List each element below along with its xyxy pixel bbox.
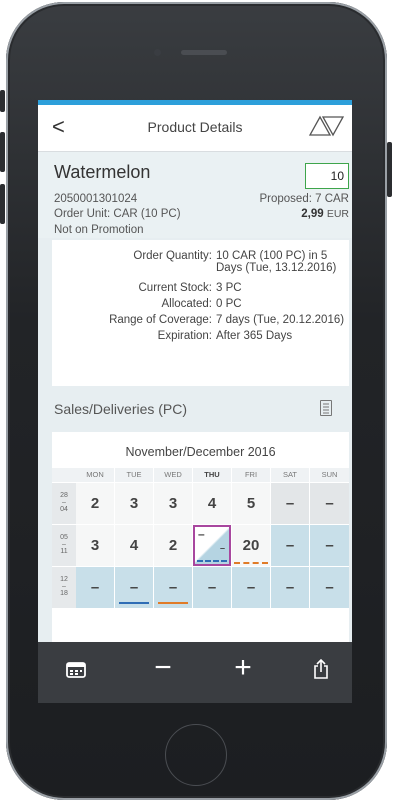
info-row: Order Quantity: 10 CAR (100 PC) in 5 Day… — [52, 250, 349, 278]
week-label: 05 – 11 — [52, 525, 76, 566]
calendar-day-cell[interactable]: – — [310, 567, 349, 608]
info-value: 0 PC — [216, 298, 242, 310]
calendar-day-cell[interactable]: – — [154, 567, 192, 608]
info-row: Current Stock: 3 PC — [52, 282, 349, 296]
delivery-marker-blue — [119, 602, 149, 604]
calendar-day-cell[interactable]: 2 — [76, 483, 114, 524]
week-dash: – — [62, 499, 66, 506]
plus-button[interactable]: + — [231, 653, 255, 683]
day-header: SUN — [310, 468, 349, 482]
product-name: Watermelon — [54, 162, 151, 182]
week-end: 04 — [60, 506, 68, 513]
week-start: 12 — [60, 576, 68, 583]
mute-switch — [0, 90, 5, 112]
volume-down-button — [0, 184, 5, 224]
selected-cell-bottom: – — [219, 543, 225, 553]
product-id: 2050001301024 — [54, 193, 138, 205]
info-label: Order Quantity: — [133, 250, 212, 262]
calendar-day-cell[interactable]: 3 — [76, 525, 114, 566]
nav-bar: < Product Details — [38, 105, 352, 152]
promotion-status: Not on Promotion — [54, 224, 144, 236]
calendar-title: November/December 2016 — [125, 445, 276, 459]
delivery-marker-blue — [197, 560, 227, 562]
triangle-down-icon[interactable] — [321, 115, 345, 137]
proposed-quantity: Proposed: 7 CAR — [259, 193, 350, 205]
calendar-corner — [52, 468, 76, 482]
calendar-day-cell[interactable]: 4 — [193, 483, 231, 524]
day-header: TUE — [115, 468, 153, 482]
calendar-day-cell-selected[interactable]: – – — [193, 525, 231, 566]
minus-button[interactable]: − — [151, 653, 175, 683]
quantity-input[interactable]: 10 — [305, 163, 349, 189]
info-value: 3 PC — [216, 282, 242, 294]
calendar-day-value: – — [168, 579, 178, 596]
home-button[interactable] — [165, 724, 227, 786]
week-label: 28 – 04 — [52, 483, 76, 524]
price-currency: EUR — [326, 208, 349, 220]
speaker-grille — [181, 50, 227, 55]
sales-calendar: November/December 2016 MON TUE WED THU F… — [52, 432, 349, 642]
calendar-day-cell[interactable]: – — [193, 567, 231, 608]
calendar-day-cell[interactable]: 3 — [154, 483, 192, 524]
delivery-marker-orange — [234, 562, 268, 564]
info-row: Range of Coverage: 7 days (Tue, 20.12.20… — [52, 314, 349, 328]
info-value: 10 CAR (100 PC) in 5 Days (Tue, 13.12.20… — [216, 250, 337, 274]
delivery-marker-orange — [158, 602, 188, 604]
info-value: After 365 Days — [216, 330, 293, 342]
power-button — [387, 142, 392, 197]
order-unit: Order Unit: CAR (10 PC) — [54, 208, 181, 220]
order-info-panel: Order Quantity: 10 CAR (100 PC) in 5 Day… — [52, 240, 349, 386]
app-screen: < Product Details Watermelon 20500013010… — [38, 100, 352, 703]
share-icon[interactable] — [313, 659, 329, 679]
calendar-day-cell[interactable]: – — [115, 567, 153, 608]
day-header: WED — [154, 468, 192, 482]
calendar-day-cell[interactable]: 4 — [115, 525, 153, 566]
selected-cell-top: – — [198, 527, 205, 541]
calendar-day-cell[interactable]: – — [310, 483, 349, 524]
bottom-toolbar: − + — [38, 642, 352, 703]
day-header: SAT — [271, 468, 309, 482]
calendar-day-cell[interactable]: 20 — [232, 525, 270, 566]
info-row: Expiration: After 365 Days — [52, 330, 349, 344]
calendar-day-cell[interactable]: – — [310, 525, 349, 566]
day-header: MON — [76, 468, 114, 482]
price-value: 2,99 — [301, 208, 324, 220]
calendar-day-cell[interactable]: 5 — [232, 483, 270, 524]
day-header: FRI — [232, 468, 270, 482]
calendar-day-cell[interactable]: – — [271, 567, 309, 608]
front-camera — [154, 49, 161, 56]
calendar-day-cell[interactable]: – — [76, 567, 114, 608]
info-label: Range of Coverage: — [109, 314, 212, 326]
page-title: Product Details — [147, 119, 243, 135]
week-end: 11 — [60, 548, 68, 555]
week-start: 28 — [60, 492, 68, 499]
day-header: THU — [193, 468, 231, 482]
info-label: Current Stock: — [138, 282, 213, 294]
calendar-icon[interactable] — [66, 662, 86, 678]
info-label: Expiration: — [157, 330, 212, 342]
calendar-day-cell[interactable]: 2 — [154, 525, 192, 566]
week-end: 18 — [60, 590, 68, 597]
calendar-list-icon[interactable] — [320, 400, 332, 416]
content-area: Watermelon 2050001301024 Order Unit: CAR… — [38, 152, 352, 642]
info-value: 7 days (Tue, 20.12.2016) — [216, 314, 345, 326]
info-row: Allocated: 0 PC — [52, 298, 349, 312]
calendar-day-value: 20 — [242, 537, 260, 554]
price: 2,99 EUR — [301, 208, 349, 220]
calendar-day-value: – — [129, 579, 139, 596]
volume-up-button — [0, 132, 5, 172]
sales-deliveries-title: Sales/Deliveries (PC) — [54, 401, 188, 417]
week-start: 05 — [60, 534, 68, 541]
week-dash: – — [62, 541, 66, 548]
product-header: Watermelon 2050001301024 Order Unit: CAR… — [38, 152, 352, 238]
week-dash: – — [62, 583, 66, 590]
calendar-day-cell[interactable]: – — [232, 567, 270, 608]
calendar-day-cell[interactable]: – — [271, 483, 309, 524]
calendar-day-cell[interactable]: – — [271, 525, 309, 566]
calendar-day-cell[interactable]: 3 — [115, 483, 153, 524]
week-label: 12 – 18 — [52, 567, 76, 608]
info-label: Allocated: — [161, 298, 212, 310]
